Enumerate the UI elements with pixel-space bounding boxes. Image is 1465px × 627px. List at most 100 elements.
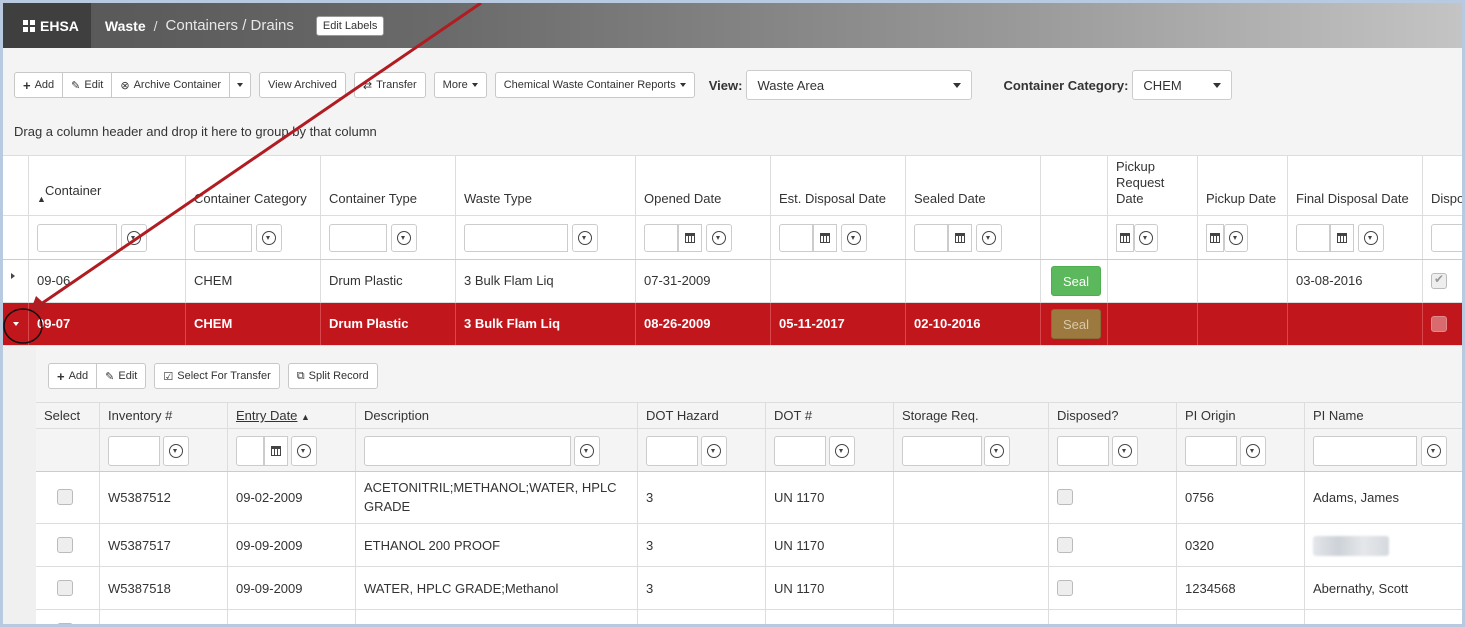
filter-opened-button[interactable]	[706, 224, 732, 252]
filter-pickup-button[interactable]	[1224, 224, 1248, 252]
filter-entry-date-input[interactable]	[236, 436, 264, 466]
header-disposed[interactable]: Disposed?	[1048, 403, 1176, 428]
filter-pi-origin-button[interactable]	[1240, 436, 1266, 466]
select-checkbox[interactable]	[57, 623, 73, 624]
view-archived-button[interactable]: View Archived	[259, 72, 346, 98]
header-pi-name[interactable]: PI Name	[1304, 403, 1462, 428]
breadcrumb-waste[interactable]: Waste	[105, 18, 146, 34]
filter-type-button[interactable]	[391, 224, 417, 252]
filter-pi-origin-input[interactable]	[1185, 436, 1237, 466]
header-pi-origin[interactable]: PI Origin	[1176, 403, 1304, 428]
header-inventory[interactable]: Inventory #	[99, 403, 227, 428]
list-item[interactable]: W5387518 09-09-2009 WATER, HPLC GRADE;Me…	[36, 567, 1462, 610]
archive-dropdown-toggle[interactable]	[229, 72, 252, 98]
header-container-category[interactable]: Container Category	[185, 156, 320, 215]
header-dot-number[interactable]: DOT #	[765, 403, 893, 428]
filter-dot-number-button[interactable]	[829, 436, 855, 466]
filter-entry-date-calendar[interactable]	[264, 436, 288, 466]
filter-description-button[interactable]	[574, 436, 600, 466]
filter-waste-input[interactable]	[464, 224, 568, 252]
header-description[interactable]: Description	[355, 403, 637, 428]
filter-inventory-input[interactable]	[108, 436, 160, 466]
table-row[interactable]: 09-06 CHEM Drum Plastic 3 Bulk Flam Liq …	[3, 260, 1462, 303]
filter-disposed-input[interactable]	[1057, 436, 1109, 466]
view-select[interactable]: Waste Area	[746, 70, 973, 100]
filter-final-disposal-input[interactable]	[1296, 224, 1330, 252]
select-checkbox[interactable]	[57, 537, 73, 553]
filter-est-disposal-calendar[interactable]	[813, 224, 837, 252]
filter-dot-number-input[interactable]	[774, 436, 826, 466]
filter-opened-input[interactable]	[644, 224, 678, 252]
header-dot-hazard[interactable]: DOT Hazard	[637, 403, 765, 428]
header-sealed-date[interactable]: Sealed Date	[905, 156, 1040, 215]
select-for-transfer-button[interactable]: ☑ Select For Transfer	[154, 363, 280, 389]
grid-header: Container ▲ Container Category Container…	[3, 156, 1462, 216]
brand-home-link[interactable]: EHSA	[3, 3, 91, 48]
header-disposed[interactable]: Dispos	[1422, 156, 1462, 215]
filter-type-input[interactable]	[329, 224, 387, 252]
reports-button[interactable]: Chemical Waste Container Reports	[494, 72, 695, 98]
filter-waste-button[interactable]	[572, 224, 598, 252]
header-pickup-date[interactable]: Pickup Date	[1197, 156, 1287, 215]
filter-est-disposal-button[interactable]	[841, 224, 867, 252]
header-storage-req[interactable]: Storage Req.	[893, 403, 1048, 428]
edit-button[interactable]: ✎ Edit	[62, 72, 113, 98]
table-row-selected[interactable]: 09-07 CHEM Drum Plastic 3 Bulk Flam Liq …	[3, 303, 1462, 346]
seal-button[interactable]: Seal	[1051, 266, 1101, 296]
filter-sealed-input[interactable]	[914, 224, 948, 252]
filter-sealed-button[interactable]	[976, 224, 1002, 252]
header-final-disposal-date[interactable]: Final Disposal Date	[1287, 156, 1422, 215]
header-entry-date[interactable]: Entry Date ▲	[227, 403, 355, 428]
check-square-icon: ☑	[163, 370, 174, 383]
category-select[interactable]: CHEM	[1132, 70, 1233, 100]
filter-disposed-button[interactable]	[1112, 436, 1138, 466]
filter-inventory-button[interactable]	[163, 436, 189, 466]
filter-est-disposal-input[interactable]	[779, 224, 813, 252]
filter-disposed-input[interactable]	[1431, 224, 1462, 252]
filter-storage-button[interactable]	[984, 436, 1010, 466]
list-item[interactable]: W5387512 09-02-2009 ACETONITRIL;METHANOL…	[36, 472, 1462, 524]
detail-panel: + Add ✎ Edit ☑ Select For Transfer ⧉ Split R…	[3, 346, 1462, 624]
filter-container-button[interactable]	[121, 224, 147, 252]
header-container-type[interactable]: Container Type	[320, 156, 455, 215]
more-button[interactable]: More	[433, 72, 487, 98]
filter-opened-calendar[interactable]	[678, 224, 702, 252]
filter-dot-hazard-button[interactable]	[701, 436, 727, 466]
header-est-disposal-date[interactable]: Est. Disposal Date	[770, 156, 905, 215]
filter-icon	[127, 231, 141, 245]
detail-add-button[interactable]: + Add	[48, 363, 98, 389]
select-checkbox[interactable]	[57, 489, 73, 505]
filter-storage-input[interactable]	[902, 436, 982, 466]
split-record-button[interactable]: ⧉ Split Record	[287, 363, 378, 389]
filter-dot-hazard-input[interactable]	[646, 436, 698, 466]
filter-category-input[interactable]	[194, 224, 252, 252]
filter-category-button[interactable]	[256, 224, 282, 252]
add-button[interactable]: + Add	[14, 72, 64, 98]
row-collapse-toggle[interactable]	[3, 303, 28, 345]
group-drop-area[interactable]: Drag a column header and drop it here to…	[14, 124, 377, 139]
header-waste-type[interactable]: Waste Type	[455, 156, 635, 215]
filter-sealed-calendar[interactable]	[948, 224, 972, 252]
filter-pickup-calendar[interactable]	[1206, 224, 1224, 252]
filter-entry-date-button[interactable]	[291, 436, 317, 466]
select-checkbox[interactable]	[57, 580, 73, 596]
filter-description-input[interactable]	[364, 436, 571, 466]
archive-container-button[interactable]: ⊗ Archive Container	[111, 72, 231, 98]
list-item[interactable]: W5387517 09-09-2009 ETHANOL 200 PROOF 3 …	[36, 524, 1462, 567]
header-container[interactable]: Container ▲	[28, 156, 185, 215]
filter-container-input[interactable]	[37, 224, 117, 252]
filter-pickup-request-calendar[interactable]	[1116, 224, 1134, 252]
filter-pi-name-input[interactable]	[1313, 436, 1417, 466]
filter-pi-name-button[interactable]	[1421, 436, 1447, 466]
list-item-partial[interactable]	[36, 610, 1462, 624]
header-opened-date[interactable]: Opened Date	[635, 156, 770, 215]
row-expand-toggle[interactable]	[3, 260, 28, 302]
header-pickup-request-date[interactable]: Pickup Request Date	[1107, 156, 1197, 215]
filter-icon	[169, 444, 183, 458]
edit-labels-button[interactable]: Edit Labels	[315, 15, 385, 36]
detail-edit-button[interactable]: ✎ Edit	[96, 363, 147, 389]
filter-pickup-request-button[interactable]	[1134, 224, 1158, 252]
filter-final-disposal-button[interactable]	[1358, 224, 1384, 252]
filter-final-disposal-calendar[interactable]	[1330, 224, 1354, 252]
transfer-button[interactable]: ⇄ Transfer	[353, 72, 426, 98]
